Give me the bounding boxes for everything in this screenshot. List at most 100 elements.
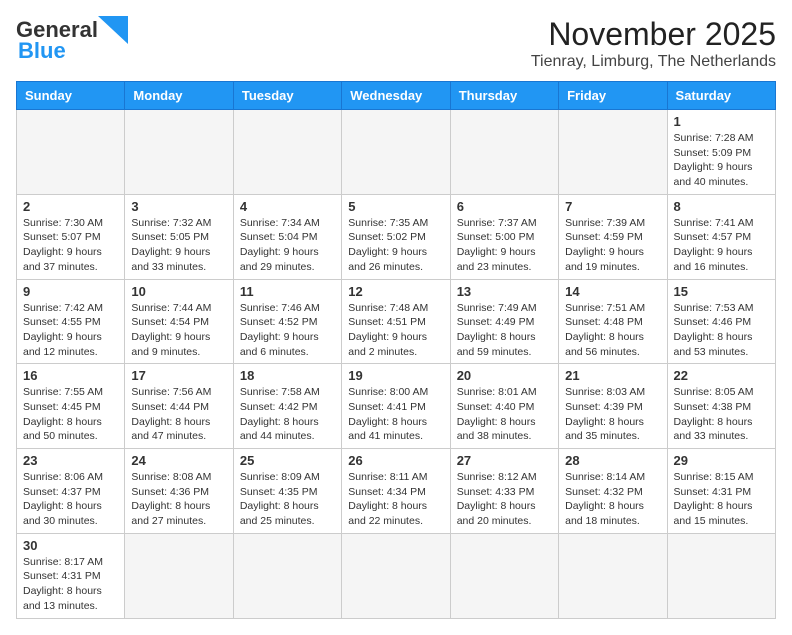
day-info: Sunrise: 7:49 AM Sunset: 4:49 PM Dayligh… bbox=[457, 301, 552, 360]
table-row: 29 Sunrise: 8:15 AM Sunset: 4:31 PM Dayli… bbox=[667, 449, 775, 534]
header: General Blue November 2025 Tienray, Limb… bbox=[16, 16, 776, 71]
day-number: 16 bbox=[23, 368, 118, 383]
month-title: November 2025 bbox=[531, 16, 776, 53]
day-number: 15 bbox=[674, 284, 769, 299]
day-number: 6 bbox=[457, 199, 552, 214]
logo: General Blue bbox=[16, 16, 128, 64]
title-area: November 2025 Tienray, Limburg, The Neth… bbox=[531, 16, 776, 71]
calendar: Sunday Monday Tuesday Wednesday Thursday… bbox=[16, 81, 776, 619]
day-number: 4 bbox=[240, 199, 335, 214]
table-row: 18Sunrise: 7:58 AM Sunset: 4:42 PM Dayli… bbox=[233, 364, 341, 449]
day-number: 20 bbox=[457, 368, 552, 383]
day-info: Sunrise: 7:55 AM Sunset: 4:45 PM Dayligh… bbox=[23, 385, 118, 444]
day-info: Sunrise: 7:53 AM Sunset: 4:46 PM Dayligh… bbox=[674, 301, 769, 360]
table-row: 28 Sunrise: 8:14 AM Sunset: 4:32 PM Dayli… bbox=[559, 449, 667, 534]
day-info: Sunrise: 7:46 AM Sunset: 4:52 PM Dayligh… bbox=[240, 301, 335, 360]
table-row: 30 Sunrise: 8:17 AM Sunset: 4:31 PM Dayli… bbox=[17, 533, 125, 618]
day-info: Sunrise: 8:15 AM Sunset: 4:31 PM Dayligh… bbox=[674, 470, 769, 529]
table-row: 9Sunrise: 7:42 AM Sunset: 4:55 PM Daylig… bbox=[17, 279, 125, 364]
day-number: 19 bbox=[348, 368, 443, 383]
day-number: 7 bbox=[565, 199, 660, 214]
day-number: 3 bbox=[131, 199, 226, 214]
table-row: 5Sunrise: 7:35 AM Sunset: 5:02 PM Daylig… bbox=[342, 194, 450, 279]
col-wednesday: Wednesday bbox=[342, 82, 450, 110]
day-number: 23 bbox=[23, 453, 118, 468]
col-monday: Monday bbox=[125, 82, 233, 110]
day-info: Sunrise: 7:39 AM Sunset: 4:59 PM Dayligh… bbox=[565, 216, 660, 275]
day-info: Sunrise: 8:01 AM Sunset: 4:40 PM Dayligh… bbox=[457, 385, 552, 444]
table-row: 21Sunrise: 8:03 AM Sunset: 4:39 PM Dayli… bbox=[559, 364, 667, 449]
day-info: Sunrise: 7:30 AM Sunset: 5:07 PM Dayligh… bbox=[23, 216, 118, 275]
day-info: Sunrise: 8:08 AM Sunset: 4:36 PM Dayligh… bbox=[131, 470, 226, 529]
table-row: 13 Sunrise: 7:49 AM Sunset: 4:49 PM Dayli… bbox=[450, 279, 558, 364]
day-number: 22 bbox=[674, 368, 769, 383]
table-row bbox=[17, 110, 125, 195]
calendar-week-row: 1Sunrise: 7:28 AM Sunset: 5:09 PM Daylig… bbox=[17, 110, 776, 195]
day-number: 1 bbox=[674, 114, 769, 129]
table-row: 17Sunrise: 7:56 AM Sunset: 4:44 PM Dayli… bbox=[125, 364, 233, 449]
day-number: 29 bbox=[674, 453, 769, 468]
day-info: Sunrise: 8:17 AM Sunset: 4:31 PM Dayligh… bbox=[23, 555, 118, 614]
calendar-header-row: Sunday Monday Tuesday Wednesday Thursday… bbox=[17, 82, 776, 110]
day-info: Sunrise: 8:00 AM Sunset: 4:41 PM Dayligh… bbox=[348, 385, 443, 444]
table-row: 22 Sunrise: 8:05 AM Sunset: 4:38 PM Dayli… bbox=[667, 364, 775, 449]
table-row: 27Sunrise: 8:12 AM Sunset: 4:33 PM Dayli… bbox=[450, 449, 558, 534]
day-info: Sunrise: 7:58 AM Sunset: 4:42 PM Dayligh… bbox=[240, 385, 335, 444]
day-info: Sunrise: 8:09 AM Sunset: 4:35 PM Dayligh… bbox=[240, 470, 335, 529]
day-number: 8 bbox=[674, 199, 769, 214]
day-number: 14 bbox=[565, 284, 660, 299]
table-row: 16 Sunrise: 7:55 AM Sunset: 4:45 PM Dayli… bbox=[17, 364, 125, 449]
calendar-week-row: 30 Sunrise: 8:17 AM Sunset: 4:31 PM Dayli… bbox=[17, 533, 776, 618]
table-row: 15 Sunrise: 7:53 AM Sunset: 4:46 PM Dayli… bbox=[667, 279, 775, 364]
table-row: 2Sunrise: 7:30 AM Sunset: 5:07 PM Daylig… bbox=[17, 194, 125, 279]
day-number: 13 bbox=[457, 284, 552, 299]
table-row bbox=[450, 110, 558, 195]
day-number: 24 bbox=[131, 453, 226, 468]
calendar-week-row: 2Sunrise: 7:30 AM Sunset: 5:07 PM Daylig… bbox=[17, 194, 776, 279]
table-row bbox=[125, 533, 233, 618]
day-info: Sunrise: 8:03 AM Sunset: 4:39 PM Dayligh… bbox=[565, 385, 660, 444]
day-number: 12 bbox=[348, 284, 443, 299]
day-info: Sunrise: 7:32 AM Sunset: 5:05 PM Dayligh… bbox=[131, 216, 226, 275]
table-row: 25 Sunrise: 8:09 AM Sunset: 4:35 PM Dayli… bbox=[233, 449, 341, 534]
table-row bbox=[233, 110, 341, 195]
col-friday: Friday bbox=[559, 82, 667, 110]
table-row: 24 Sunrise: 8:08 AM Sunset: 4:36 PM Dayli… bbox=[125, 449, 233, 534]
col-thursday: Thursday bbox=[450, 82, 558, 110]
table-row: 20 Sunrise: 8:01 AM Sunset: 4:40 PM Dayli… bbox=[450, 364, 558, 449]
table-row bbox=[125, 110, 233, 195]
table-row: 14Sunrise: 7:51 AM Sunset: 4:48 PM Dayli… bbox=[559, 279, 667, 364]
table-row bbox=[342, 533, 450, 618]
day-info: Sunrise: 7:37 AM Sunset: 5:00 PM Dayligh… bbox=[457, 216, 552, 275]
day-info: Sunrise: 8:06 AM Sunset: 4:37 PM Dayligh… bbox=[23, 470, 118, 529]
day-info: Sunrise: 8:14 AM Sunset: 4:32 PM Dayligh… bbox=[565, 470, 660, 529]
day-number: 26 bbox=[348, 453, 443, 468]
day-info: Sunrise: 7:56 AM Sunset: 4:44 PM Dayligh… bbox=[131, 385, 226, 444]
table-row: 23 Sunrise: 8:06 AM Sunset: 4:37 PM Dayli… bbox=[17, 449, 125, 534]
table-row bbox=[450, 533, 558, 618]
day-number: 25 bbox=[240, 453, 335, 468]
day-number: 28 bbox=[565, 453, 660, 468]
table-row bbox=[342, 110, 450, 195]
calendar-week-row: 16 Sunrise: 7:55 AM Sunset: 4:45 PM Dayli… bbox=[17, 364, 776, 449]
table-row: 26 Sunrise: 8:11 AM Sunset: 4:34 PM Dayli… bbox=[342, 449, 450, 534]
day-info: Sunrise: 8:05 AM Sunset: 4:38 PM Dayligh… bbox=[674, 385, 769, 444]
day-info: Sunrise: 8:11 AM Sunset: 4:34 PM Dayligh… bbox=[348, 470, 443, 529]
calendar-week-row: 23 Sunrise: 8:06 AM Sunset: 4:37 PM Dayli… bbox=[17, 449, 776, 534]
table-row bbox=[559, 533, 667, 618]
table-row bbox=[667, 533, 775, 618]
day-info: Sunrise: 7:35 AM Sunset: 5:02 PM Dayligh… bbox=[348, 216, 443, 275]
table-row bbox=[559, 110, 667, 195]
col-sunday: Sunday bbox=[17, 82, 125, 110]
calendar-week-row: 9Sunrise: 7:42 AM Sunset: 4:55 PM Daylig… bbox=[17, 279, 776, 364]
table-row: 19 Sunrise: 8:00 AM Sunset: 4:41 PM Dayli… bbox=[342, 364, 450, 449]
day-number: 30 bbox=[23, 538, 118, 553]
table-row bbox=[233, 533, 341, 618]
logo-blue-text: Blue bbox=[18, 38, 66, 64]
day-number: 27 bbox=[457, 453, 552, 468]
table-row: 10Sunrise: 7:44 AM Sunset: 4:54 PM Dayli… bbox=[125, 279, 233, 364]
col-tuesday: Tuesday bbox=[233, 82, 341, 110]
table-row: 11 Sunrise: 7:46 AM Sunset: 4:52 PM Dayli… bbox=[233, 279, 341, 364]
day-number: 11 bbox=[240, 284, 335, 299]
day-info: Sunrise: 7:48 AM Sunset: 4:51 PM Dayligh… bbox=[348, 301, 443, 360]
